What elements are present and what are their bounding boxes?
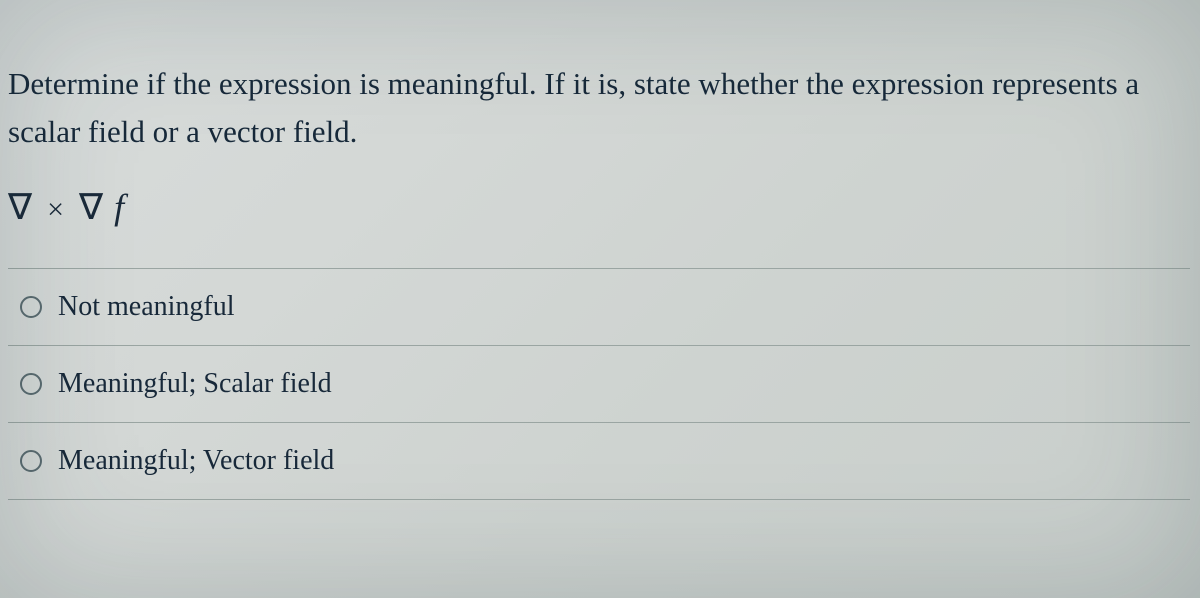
nabla-symbol-2: ∇ (79, 187, 104, 227)
option-label: Meaningful; Scalar field (58, 368, 332, 400)
option-meaningful-scalar[interactable]: Meaningful; Scalar field (8, 345, 1190, 422)
option-label: Not meaningful (58, 291, 235, 323)
option-meaningful-vector[interactable]: Meaningful; Vector field (8, 422, 1190, 500)
nabla-symbol-1: ∇ (8, 187, 33, 227)
question-prompt: Determine if the expression is meaningfu… (8, 60, 1190, 156)
radio-icon[interactable] (20, 450, 42, 472)
function-f: f (114, 187, 125, 227)
radio-icon[interactable] (20, 296, 42, 318)
cross-symbol: × (47, 193, 65, 226)
radio-icon[interactable] (20, 373, 42, 395)
option-label: Meaningful; Vector field (58, 445, 334, 477)
option-not-meaningful[interactable]: Not meaningful (8, 268, 1190, 345)
options-list: Not meaningful Meaningful; Scalar field … (8, 268, 1190, 500)
math-expression: ∇ × ∇ f (8, 186, 1190, 228)
